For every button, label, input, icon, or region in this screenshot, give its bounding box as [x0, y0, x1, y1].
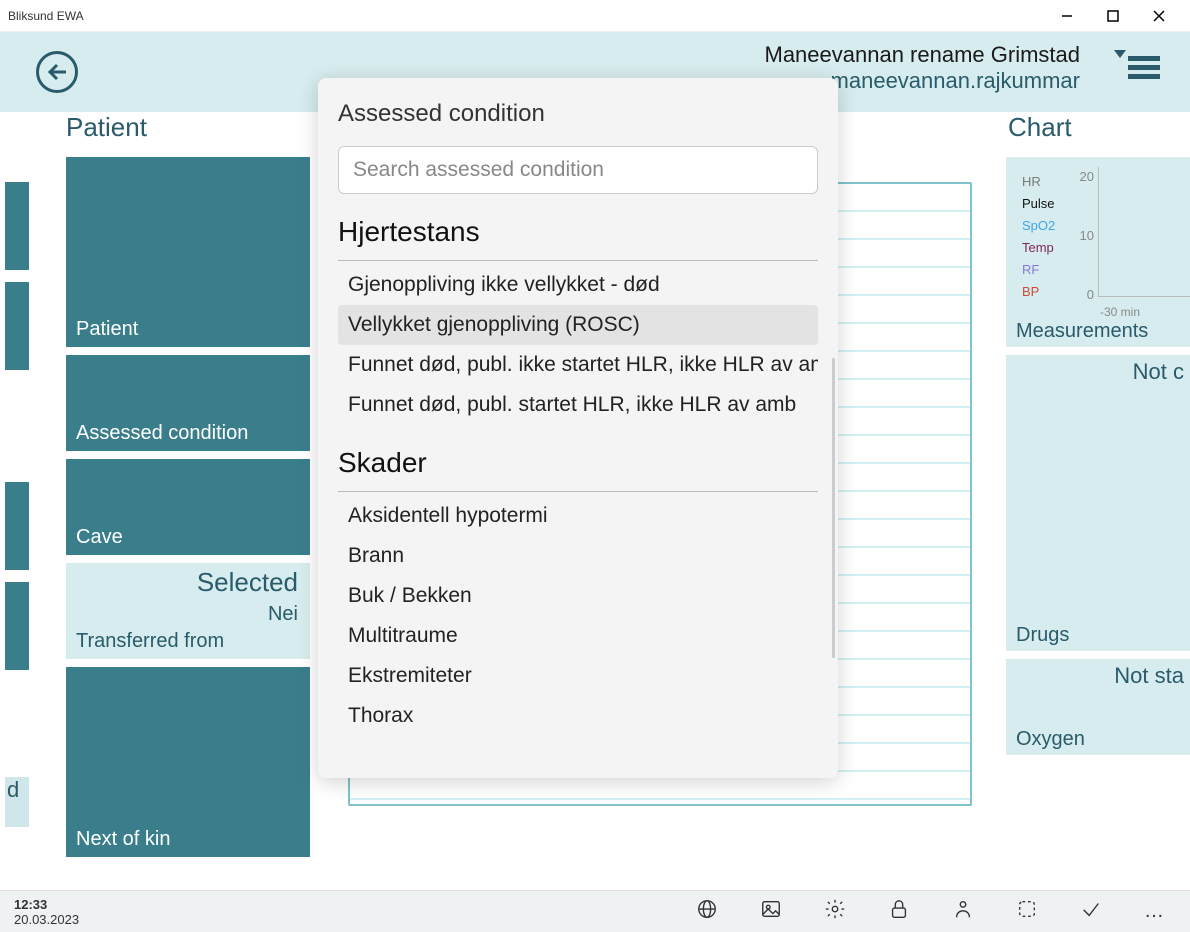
gutter-block[interactable]	[5, 182, 29, 270]
chart-column: Chart HR Pulse SpO2 Temp RF BP 20 10 0 -…	[1006, 112, 1190, 763]
card-caption: Cave	[76, 526, 123, 549]
maximize-button[interactable]	[1090, 2, 1136, 30]
section-title-patient: Patient	[66, 112, 310, 143]
back-button[interactable]	[36, 51, 78, 93]
condition-option[interactable]: Gjenoppliving ikke vellykket - død	[338, 265, 818, 305]
gutter-block[interactable]	[5, 282, 29, 370]
legend-temp: Temp	[1022, 237, 1055, 259]
oxygen-status: Not sta	[1114, 663, 1184, 689]
legend-hr: HR	[1022, 171, 1055, 193]
option-list: Aksidentell hypotermi Brann Buk / Bekken…	[338, 496, 818, 736]
time: 12:33	[14, 897, 79, 912]
chart-grid	[1098, 167, 1190, 297]
menu-button[interactable]	[1128, 52, 1160, 83]
patient-column: Patient Patient Assessed condition Cave …	[66, 112, 310, 865]
legend-bp: BP	[1022, 281, 1055, 303]
gear-icon[interactable]	[824, 898, 846, 925]
date: 20.03.2023	[14, 912, 79, 927]
drugs-status: Not c	[1133, 359, 1184, 385]
legend-spo2: SpO2	[1022, 215, 1055, 237]
scrollbar[interactable]	[832, 358, 835, 658]
divider	[338, 491, 818, 492]
divider	[338, 260, 818, 261]
card-oxygen[interactable]: Not sta Oxygen	[1006, 659, 1190, 755]
chart-legend: HR Pulse SpO2 Temp RF BP	[1022, 171, 1055, 303]
bottombar-icons: …	[696, 898, 1176, 925]
more-icon[interactable]: …	[1144, 900, 1166, 923]
card-caption: Patient	[76, 318, 138, 341]
card-caption: Oxygen	[1016, 728, 1085, 751]
legend-rf: RF	[1022, 259, 1055, 281]
legend-pulse: Pulse	[1022, 193, 1055, 215]
chart-xlabel: -30 min	[1100, 305, 1140, 319]
transferred-selected-label: Selected	[197, 567, 298, 598]
ytick: 20	[1076, 169, 1094, 184]
globe-icon[interactable]	[696, 898, 718, 925]
window-title: Bliksund EWA	[8, 9, 1044, 23]
group-header: Hjertestans	[338, 216, 818, 254]
gutter-block[interactable]	[5, 582, 29, 670]
user-name: Maneevannan rename Grimstad	[765, 42, 1081, 68]
section-title-chart: Chart	[1008, 112, 1190, 143]
card-cave[interactable]: Cave	[66, 459, 310, 555]
card-transferred-from[interactable]: Selected Nei Transferred from	[66, 563, 310, 659]
popup-title: Assessed condition	[338, 100, 818, 128]
ytick: 10	[1076, 228, 1094, 243]
menu-caret-icon	[1114, 50, 1126, 58]
condition-option[interactable]: Aksidentell hypotermi	[338, 496, 818, 536]
card-assessed-condition[interactable]: Assessed condition	[66, 355, 310, 451]
card-caption: Measurements	[1016, 320, 1148, 343]
card-caption: Drugs	[1016, 624, 1069, 647]
close-button[interactable]	[1136, 2, 1182, 30]
condition-option[interactable]: Vellykket gjenoppliving (ROSC)	[338, 305, 818, 345]
card-next-of-kin[interactable]: Next of kin	[66, 667, 310, 857]
dashed-box-icon[interactable]	[1016, 898, 1038, 925]
check-icon[interactable]	[1080, 898, 1102, 925]
assessed-condition-popup: Assessed condition Hjertestans Gjenoppli…	[318, 78, 838, 778]
minimize-button[interactable]	[1044, 2, 1090, 30]
condition-option[interactable]: Funnet død, publ. ikke startet HLR, ikke…	[338, 345, 818, 385]
condition-option[interactable]: Thorax	[338, 696, 818, 736]
image-icon[interactable]	[760, 898, 782, 925]
card-measurements[interactable]: HR Pulse SpO2 Temp RF BP 20 10 0 -30 min…	[1006, 157, 1190, 347]
card-caption: Assessed condition	[76, 422, 248, 445]
condition-option[interactable]: Multitraume	[338, 616, 818, 656]
card-caption: Next of kin	[76, 828, 170, 851]
condition-option[interactable]: Ekstremiteter	[338, 656, 818, 696]
lock-icon[interactable]	[888, 898, 910, 925]
condition-option[interactable]: Buk / Bekken	[338, 576, 818, 616]
transferred-value: Nei	[268, 603, 298, 626]
search-input[interactable]	[338, 146, 818, 194]
bottombar: 12:33 20.03.2023 …	[0, 890, 1190, 932]
card-patient[interactable]: Patient	[66, 157, 310, 347]
group-header: Skader	[338, 447, 818, 485]
gutter-block[interactable]	[5, 482, 29, 570]
option-list: Gjenoppliving ikke vellykket - død Velly…	[338, 265, 818, 425]
condition-option[interactable]: Funnet død, publ. startet HLR, ikke HLR …	[338, 385, 818, 425]
titlebar: Bliksund EWA	[0, 0, 1190, 32]
gutter-selected[interactable]: d	[5, 777, 29, 827]
condition-option[interactable]: Brann	[338, 536, 818, 576]
ytick: 0	[1076, 287, 1094, 302]
chart-yaxis: 20 10 0	[1076, 169, 1094, 302]
clock: 12:33 20.03.2023	[14, 897, 79, 927]
person-icon[interactable]	[952, 898, 974, 925]
card-drugs[interactable]: Not c Drugs	[1006, 355, 1190, 651]
card-caption: Transferred from	[76, 630, 224, 653]
content: d Patient Patient Assessed condition Cav…	[0, 112, 1190, 890]
